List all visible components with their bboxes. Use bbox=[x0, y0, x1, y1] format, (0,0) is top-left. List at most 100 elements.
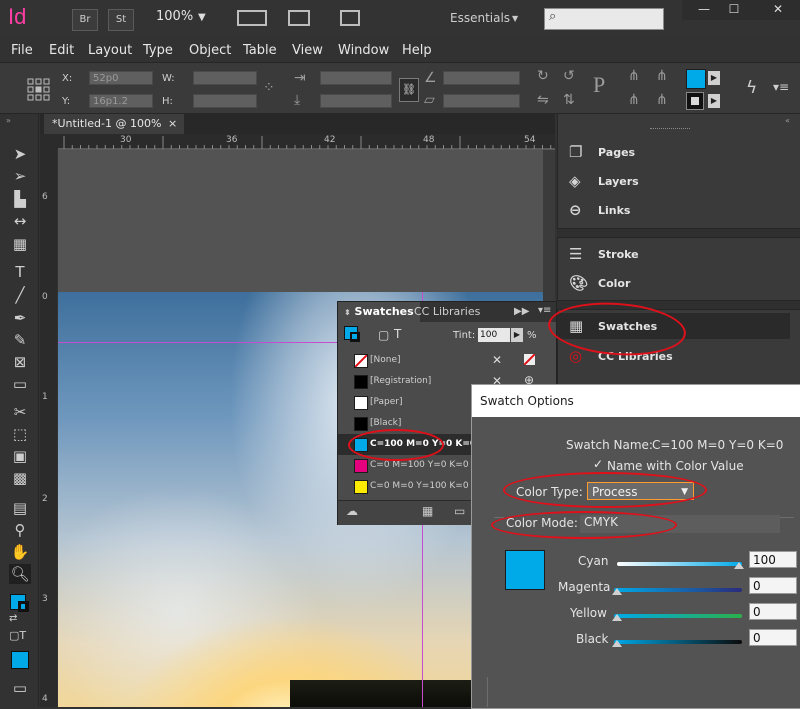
stroke-swatch[interactable] bbox=[686, 92, 704, 110]
height-field[interactable] bbox=[193, 94, 257, 108]
formatting-container-icon[interactable]: ▢T bbox=[9, 629, 26, 642]
content-collector-tool-icon[interactable]: ▦ bbox=[9, 234, 31, 254]
dock-collapse-icon[interactable]: « bbox=[785, 116, 790, 125]
select-previous-icon[interactable]: ⋔ bbox=[656, 68, 668, 84]
menu-view[interactable]: View bbox=[292, 43, 323, 58]
stock-button[interactable]: St bbox=[108, 9, 134, 31]
bridge-button[interactable]: Br bbox=[72, 9, 98, 31]
arrange-documents-icon[interactable] bbox=[340, 10, 360, 26]
ruler-origin[interactable] bbox=[40, 134, 58, 150]
magenta-slider-thumb[interactable] bbox=[612, 588, 622, 595]
yellow-slider-thumb[interactable] bbox=[612, 614, 622, 621]
panel-stroke-icon[interactable] bbox=[350, 332, 360, 342]
x-position-field[interactable]: 52p0 bbox=[89, 71, 153, 85]
black-slider-thumb[interactable] bbox=[612, 640, 622, 647]
toolbox-stroke-swatch[interactable] bbox=[18, 601, 29, 612]
black-slider[interactable] bbox=[614, 640, 742, 644]
tint-input[interactable]: 100 bbox=[478, 328, 510, 342]
menu-table[interactable]: Table bbox=[243, 43, 277, 58]
cyan-slider-thumb[interactable] bbox=[734, 562, 744, 569]
dock-item-layers[interactable]: ◈ Layers bbox=[557, 168, 790, 194]
panel-collapse-icon[interactable]: ▶▶ bbox=[514, 306, 529, 317]
search-input[interactable]: ⌕ bbox=[544, 8, 664, 30]
dock-grip[interactable] bbox=[650, 128, 690, 132]
scissors-tool-icon[interactable]: ✂ bbox=[9, 402, 31, 422]
flip-horizontal-icon[interactable]: ⇋ bbox=[537, 92, 549, 108]
stroke-dropdown-icon[interactable]: ▶ bbox=[708, 94, 720, 108]
swatch-row-none[interactable]: [None] ✕ bbox=[338, 350, 556, 371]
cyan-slider[interactable] bbox=[617, 562, 742, 566]
document-tab[interactable]: *Untitled-1 @ 100% × bbox=[44, 114, 184, 134]
workspace-dropdown-icon[interactable]: ▼ bbox=[512, 14, 518, 23]
eyedropper-tool-icon[interactable]: ⚲ bbox=[9, 520, 31, 540]
dock-item-links[interactable]: ⊖ Links bbox=[557, 197, 790, 223]
fill-dropdown-icon[interactable]: ▶ bbox=[708, 71, 720, 85]
zoom-tool-icon[interactable]: 🔍︎ bbox=[9, 564, 31, 584]
page-tool-icon[interactable]: ▙ bbox=[9, 189, 31, 209]
rotate-cw-icon[interactable]: ↻ bbox=[537, 68, 549, 84]
tab-cc-libraries[interactable]: CC Libraries bbox=[408, 302, 486, 322]
magenta-value-field[interactable]: 0 bbox=[749, 577, 797, 594]
gradient-feather-tool-icon[interactable]: ▩ bbox=[9, 468, 31, 488]
name-with-color-value-checkbox[interactable]: ✓ bbox=[593, 458, 605, 470]
fill-swatch[interactable] bbox=[686, 69, 706, 89]
zoom-level[interactable]: 100% bbox=[156, 9, 193, 24]
selection-tool-icon[interactable]: ➤ bbox=[9, 144, 31, 164]
constrain-scale-icon[interactable]: ⛓ bbox=[399, 78, 419, 102]
dock-item-stroke[interactable]: ☰ Stroke bbox=[557, 241, 790, 267]
menu-layout[interactable]: Layout bbox=[88, 43, 132, 58]
pen-tool-icon[interactable]: ✒ bbox=[9, 308, 31, 328]
scale-x-field[interactable] bbox=[320, 71, 392, 85]
apply-color-icon[interactable] bbox=[11, 651, 29, 669]
menu-object[interactable]: Object bbox=[189, 43, 231, 58]
constrain-proportions-icon[interactable]: ⁘ bbox=[263, 80, 275, 96]
close-window-button[interactable]: ✕ bbox=[756, 0, 800, 20]
magenta-slider[interactable] bbox=[614, 588, 742, 592]
screen-mode-tool-icon[interactable]: ▭ bbox=[9, 678, 31, 698]
black-value-field[interactable]: 0 bbox=[749, 629, 797, 646]
gradient-swatch-tool-icon[interactable]: ▣ bbox=[9, 446, 31, 466]
maximize-button[interactable]: ☐ bbox=[712, 0, 756, 20]
dock-item-pages[interactable]: ❐ Pages bbox=[557, 139, 790, 165]
zoom-dropdown-icon[interactable]: ▼ bbox=[198, 12, 206, 23]
y-position-field[interactable]: 16p1.2 bbox=[89, 94, 153, 108]
rectangle-tool-icon[interactable]: ▭ bbox=[9, 374, 31, 394]
yellow-value-field[interactable]: 0 bbox=[749, 603, 797, 620]
swap-fill-stroke-icon[interactable]: ⇄ bbox=[9, 613, 17, 624]
width-field[interactable] bbox=[193, 71, 257, 85]
select-content-icon[interactable]: ⋔ bbox=[628, 92, 640, 108]
reference-point-icon[interactable] bbox=[26, 77, 50, 101]
menu-help[interactable]: Help bbox=[402, 43, 432, 58]
scale-y-icon[interactable]: ⤓ bbox=[294, 92, 300, 108]
quick-apply-icon[interactable]: ϟ bbox=[746, 78, 757, 98]
select-container-icon[interactable]: ⋔ bbox=[628, 68, 640, 84]
workspace-switcher[interactable]: Essentials bbox=[450, 11, 510, 25]
free-transform-tool-icon[interactable]: ⬚ bbox=[9, 424, 31, 444]
shear-angle-field[interactable] bbox=[443, 94, 520, 108]
direct-selection-tool-icon[interactable]: ➢ bbox=[9, 166, 31, 186]
swatch-views-icon[interactable]: ▦ bbox=[422, 504, 433, 518]
menu-edit[interactable]: Edit bbox=[49, 43, 74, 58]
rotate-ccw-icon[interactable]: ↺ bbox=[563, 68, 575, 84]
formatting-text-icon[interactable]: T bbox=[394, 327, 401, 341]
flip-vertical-icon[interactable]: ⇅ bbox=[563, 92, 575, 108]
menu-file[interactable]: File bbox=[11, 43, 33, 58]
menu-window[interactable]: Window bbox=[338, 43, 389, 58]
note-tool-icon[interactable]: ▤ bbox=[9, 498, 31, 518]
type-tool-icon[interactable]: T bbox=[9, 262, 31, 282]
control-panel-menu-icon[interactable]: ▾≡ bbox=[773, 80, 789, 94]
formatting-container-icon[interactable]: ▢ bbox=[378, 328, 389, 342]
dock-item-color[interactable]: 🎨︎ Color bbox=[557, 270, 790, 296]
rectangle-frame-tool-icon[interactable]: ⊠ bbox=[9, 352, 31, 372]
panel-menu-icon[interactable]: ▾≡ bbox=[538, 305, 551, 316]
menu-type[interactable]: Type bbox=[143, 43, 173, 58]
cc-library-icon[interactable]: ☁ bbox=[346, 504, 358, 518]
close-document-icon[interactable]: × bbox=[168, 114, 177, 134]
tint-slider-icon[interactable]: ▶ bbox=[511, 328, 523, 342]
cyan-value-field[interactable]: 100 bbox=[749, 551, 797, 568]
line-tool-icon[interactable]: ╱ bbox=[9, 285, 31, 305]
toolbox-collapse-icon[interactable]: » bbox=[6, 116, 11, 125]
scale-x-icon[interactable]: ⇥ bbox=[294, 70, 306, 86]
yellow-slider[interactable] bbox=[614, 614, 742, 618]
hand-tool-icon[interactable]: ✋ bbox=[9, 542, 31, 562]
